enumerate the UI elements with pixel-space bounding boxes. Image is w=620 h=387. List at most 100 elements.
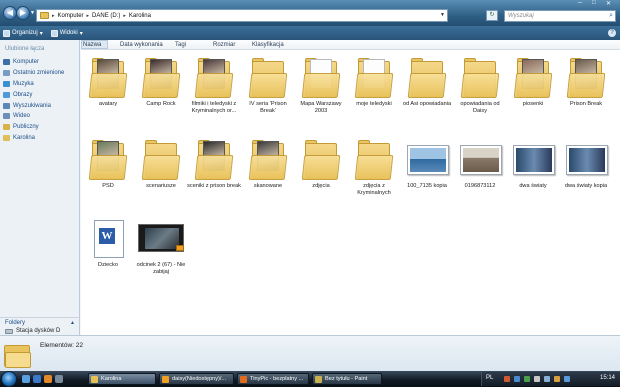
image-thumbnail-icon xyxy=(407,137,449,181)
file-item[interactable]: W Dziecko xyxy=(81,216,135,269)
folder-item[interactable]: filmiki i teledyski z Kryminalnych or... xyxy=(187,55,241,115)
folder-item[interactable]: Mapa Warszawy 2003 xyxy=(294,55,348,115)
show-desktop-icon[interactable] xyxy=(22,375,30,383)
link-icon xyxy=(3,91,10,98)
tray-app-icon[interactable] xyxy=(504,376,510,382)
folder-item[interactable]: od Asi opowiadania xyxy=(400,55,454,108)
taskbar-button[interactable]: TinyPic - bezpłatny ... xyxy=(237,373,309,385)
column-date[interactable]: Data wykonania xyxy=(120,42,163,48)
item-label: scenariusze xyxy=(146,183,176,189)
recent-pages-dropdown[interactable]: ▼ xyxy=(30,10,35,16)
switch-windows-icon[interactable] xyxy=(55,375,63,383)
favorite-links-list: Komputer Ostatnio zmienione Muzyka Obrazy Wy… xyxy=(3,57,64,143)
folder-item[interactable]: zdjęcia xyxy=(294,137,348,190)
file-item[interactable]: dwa światy kopia xyxy=(559,137,613,190)
volume-icon[interactable] xyxy=(534,376,540,382)
folder-item[interactable]: PSD xyxy=(81,137,135,190)
taskbar-button[interactable]: daisy(Niedostępny)/... xyxy=(159,373,234,385)
item-label: skanowane xyxy=(253,183,283,189)
folder-icon xyxy=(513,55,553,99)
taskbar-button[interactable]: Karolina xyxy=(88,373,156,385)
search-icon[interactable]: ⌕ xyxy=(609,12,613,20)
help-icon[interactable]: ? xyxy=(608,29,616,37)
folder-item[interactable]: piosenki xyxy=(506,55,560,108)
folder-item[interactable]: Prison Break xyxy=(559,55,613,108)
favorite-link[interactable]: Muzyka xyxy=(3,79,64,90)
network-icon[interactable] xyxy=(544,376,550,382)
folder-item[interactable]: scenariusze xyxy=(134,137,188,190)
file-item[interactable]: 100_7135 kopia xyxy=(400,137,454,190)
firefox-icon[interactable] xyxy=(44,375,52,383)
favorite-link[interactable]: Wideo xyxy=(3,111,64,122)
item-label: filmiki i teledyski z Kryminalnych or... xyxy=(191,101,237,114)
tray-app-icon[interactable] xyxy=(514,376,520,382)
taskbar-button[interactable]: Bez tytułu - Paint xyxy=(312,373,382,385)
address-dropdown-icon[interactable]: ▼ xyxy=(440,12,445,18)
folder-item[interactable]: sceniki z prison break xyxy=(187,137,241,190)
search-input[interactable]: Wyszukaj ⌕ xyxy=(504,10,616,22)
app-icon xyxy=(162,376,169,383)
folder-icon xyxy=(566,55,606,99)
folder-icon xyxy=(88,137,128,181)
tray-app-icon[interactable] xyxy=(554,376,560,382)
folder-item[interactable]: Camp Rock xyxy=(134,55,188,108)
folders-toggle[interactable]: Foldery ▲ xyxy=(0,317,79,328)
address-field[interactable]: ▸ Komputer ▸ DANE (D:) ▸ Karolina ▼ xyxy=(36,9,448,22)
breadcrumb-drive[interactable]: DANE (D:) xyxy=(92,13,120,19)
column-tags[interactable]: Tagi xyxy=(175,42,186,48)
language-indicator[interactable]: PL xyxy=(486,375,493,381)
folder-icon xyxy=(407,55,447,99)
column-size[interactable]: Rozmiar xyxy=(213,42,235,48)
folder-item[interactable]: avatary xyxy=(81,55,135,108)
folder-icon xyxy=(301,55,341,99)
image-thumbnail-icon xyxy=(513,137,555,181)
folder-tree-drive[interactable]: Stacja dysków D xyxy=(5,328,60,334)
maximize-button[interactable]: □ xyxy=(592,0,596,8)
item-label: zdjęcia z Kryminalnych xyxy=(357,183,391,196)
folder-item[interactable]: IV seria 'Prison Break' xyxy=(241,55,295,115)
word-document-icon: W xyxy=(88,216,128,260)
folder-item[interactable]: zdjęcia z Kryminalnych xyxy=(347,137,401,197)
favorite-link[interactable]: Ostatnio zmienione xyxy=(3,68,64,79)
folder-item[interactable]: opowiadania od Daisy xyxy=(453,55,507,115)
breadcrumb-folder[interactable]: Karolina xyxy=(129,13,151,19)
favorite-link[interactable]: Komputer xyxy=(3,57,64,68)
chevron-down-icon: ▾ xyxy=(39,30,43,37)
breadcrumb-computer[interactable]: Komputer xyxy=(58,13,84,19)
item-label: avatary xyxy=(98,101,118,107)
favorite-links-title: Ulubione łącza xyxy=(5,46,45,52)
folder-icon xyxy=(141,55,181,99)
column-name[interactable]: Nazwa xyxy=(81,40,109,49)
item-label: Mapa Warszawy 2003 xyxy=(300,101,342,114)
tray-app-icon[interactable] xyxy=(564,376,570,382)
organize-button[interactable]: Organizuj ▾ xyxy=(3,29,43,37)
tray-app-icon[interactable] xyxy=(524,376,530,382)
minimize-button[interactable]: ─ xyxy=(578,0,582,8)
close-button[interactable]: ✕ xyxy=(606,0,611,8)
column-rating[interactable]: Klasyfikacja xyxy=(252,42,284,48)
favorite-link[interactable]: Publiczny xyxy=(3,122,64,133)
start-button[interactable] xyxy=(1,371,17,387)
favorite-link[interactable]: Wyszukiwania xyxy=(3,100,64,111)
folder-icon xyxy=(248,55,288,99)
folder-item[interactable]: skanowane xyxy=(241,137,295,190)
file-item[interactable]: dwa światy xyxy=(506,137,560,190)
ie-icon[interactable] xyxy=(33,375,41,383)
file-item[interactable]: odcinek 2 (67) - Nie zabijaj xyxy=(134,216,188,276)
folder-icon xyxy=(354,137,394,181)
favorite-link[interactable]: Obrazy xyxy=(3,89,64,100)
forward-button[interactable]: ▶ xyxy=(16,6,30,20)
views-button[interactable]: Widoki ▾ xyxy=(50,29,83,37)
address-bar: ◀ ▶ ▼ ▸ Komputer ▸ DANE (D:) ▸ Karolina … xyxy=(0,0,620,26)
file-item[interactable]: 0196873112 xyxy=(453,137,507,190)
app-icon xyxy=(240,376,247,383)
refresh-button[interactable]: ↻ xyxy=(486,10,498,21)
folder-item[interactable]: moje teledyski xyxy=(347,55,401,108)
folder-icon xyxy=(248,137,288,181)
favorite-link[interactable]: Karolina xyxy=(3,133,64,144)
video-file-icon xyxy=(138,216,184,260)
folder-icon xyxy=(141,137,181,181)
clock[interactable]: 15:14 xyxy=(600,375,615,381)
back-button[interactable]: ◀ xyxy=(3,6,17,20)
link-icon xyxy=(3,124,10,131)
